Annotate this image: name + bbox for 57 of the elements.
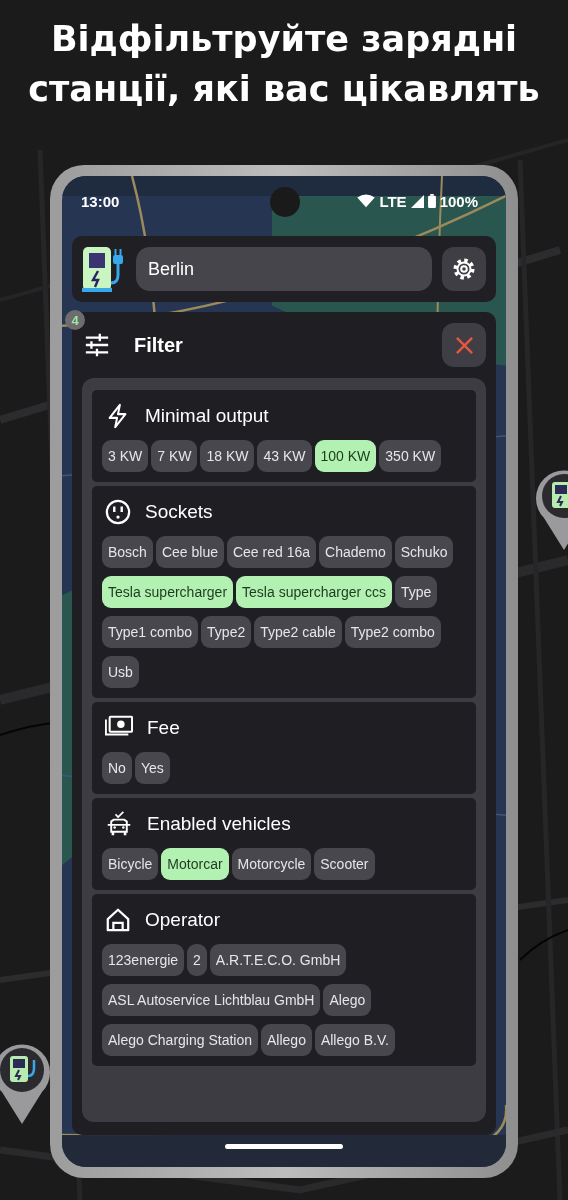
filter-chip[interactable]: Cee red 16a [226, 536, 317, 568]
filter-chip[interactable]: Bicycle [102, 848, 159, 880]
filter-chip[interactable]: 123energie [102, 944, 185, 976]
filter-chip[interactable]: 43 KW [257, 440, 312, 472]
filter-chip[interactable]: Scooter [314, 848, 375, 880]
battery-icon [427, 194, 436, 208]
filter-chip[interactable]: Type2 [201, 616, 252, 648]
section-title: Enabled vehicles [147, 813, 291, 835]
filter-chip[interactable]: Motorcycle [231, 848, 312, 880]
filter-chip[interactable]: 350 KW [379, 440, 442, 472]
close-button[interactable] [442, 323, 486, 367]
filter-chip[interactable]: Cee blue [155, 536, 224, 568]
search-field[interactable]: Berlin [136, 247, 432, 291]
filter-title: Filter [134, 333, 184, 357]
home-icon [105, 907, 131, 933]
filter-chip[interactable]: 3 KW [102, 440, 149, 472]
filter-chip[interactable]: Tesla supercharger ccs [236, 576, 392, 608]
sliders-icon [84, 332, 110, 358]
filter-chip[interactable]: ASL Autoservice Lichtblau GmbH [102, 984, 321, 1016]
wifi-icon [357, 194, 376, 208]
section-title: Sockets [145, 501, 213, 523]
signal-icon [410, 194, 424, 208]
car-icon [105, 811, 133, 837]
settings-button[interactable] [442, 247, 486, 291]
filter-chip[interactable]: 18 KW [200, 440, 255, 472]
filter-chip[interactable]: A.R.T.E.C.O. GmbH [209, 944, 347, 976]
charger-logo-icon [82, 245, 126, 293]
filter-chip[interactable]: Yes [134, 752, 170, 784]
filter-chip[interactable]: Tesla supercharger [102, 576, 234, 608]
filter-chip[interactable]: Type2 combo [344, 616, 441, 648]
filter-chip[interactable]: Chademo [319, 536, 392, 568]
network-label: LTE [379, 192, 407, 210]
filter-chip[interactable]: 7 KW [151, 440, 198, 472]
filter-chip[interactable]: Alego Charging Station [102, 1024, 258, 1056]
filter-chip[interactable]: Allego [261, 1024, 312, 1056]
battery-level: 100% [439, 192, 478, 210]
close-icon [454, 335, 474, 355]
filter-chip[interactable]: No [102, 752, 132, 784]
filter-chip[interactable]: Allego B.V. [314, 1024, 395, 1056]
filter-chip[interactable]: Usb [102, 656, 139, 688]
section-title: Fee [147, 717, 180, 739]
headline: Відфільтруйте зарядні [50, 18, 518, 61]
filter-chip[interactable]: Type2 cable [254, 616, 342, 648]
filter-chip[interactable]: Motorcar [161, 848, 229, 880]
section-title: Operator [145, 909, 220, 931]
filter-chip[interactable]: Schuko [394, 536, 454, 568]
filter-chip[interactable]: 2 [187, 944, 207, 976]
filter-chip[interactable]: 100 KW [314, 440, 377, 472]
status-time: 13:00 [81, 192, 120, 210]
section-title: Minimal output [145, 405, 269, 427]
settings-icon [452, 257, 476, 281]
filter-chip[interactable]: Bosch [102, 536, 153, 568]
filter-chip[interactable]: Alego [323, 984, 372, 1016]
filter-chip[interactable]: Type [395, 576, 438, 608]
socket-icon [105, 499, 131, 525]
filter-chip[interactable]: Type1 combo [102, 616, 199, 648]
headline: станції, які вас цікавлять [28, 68, 540, 111]
